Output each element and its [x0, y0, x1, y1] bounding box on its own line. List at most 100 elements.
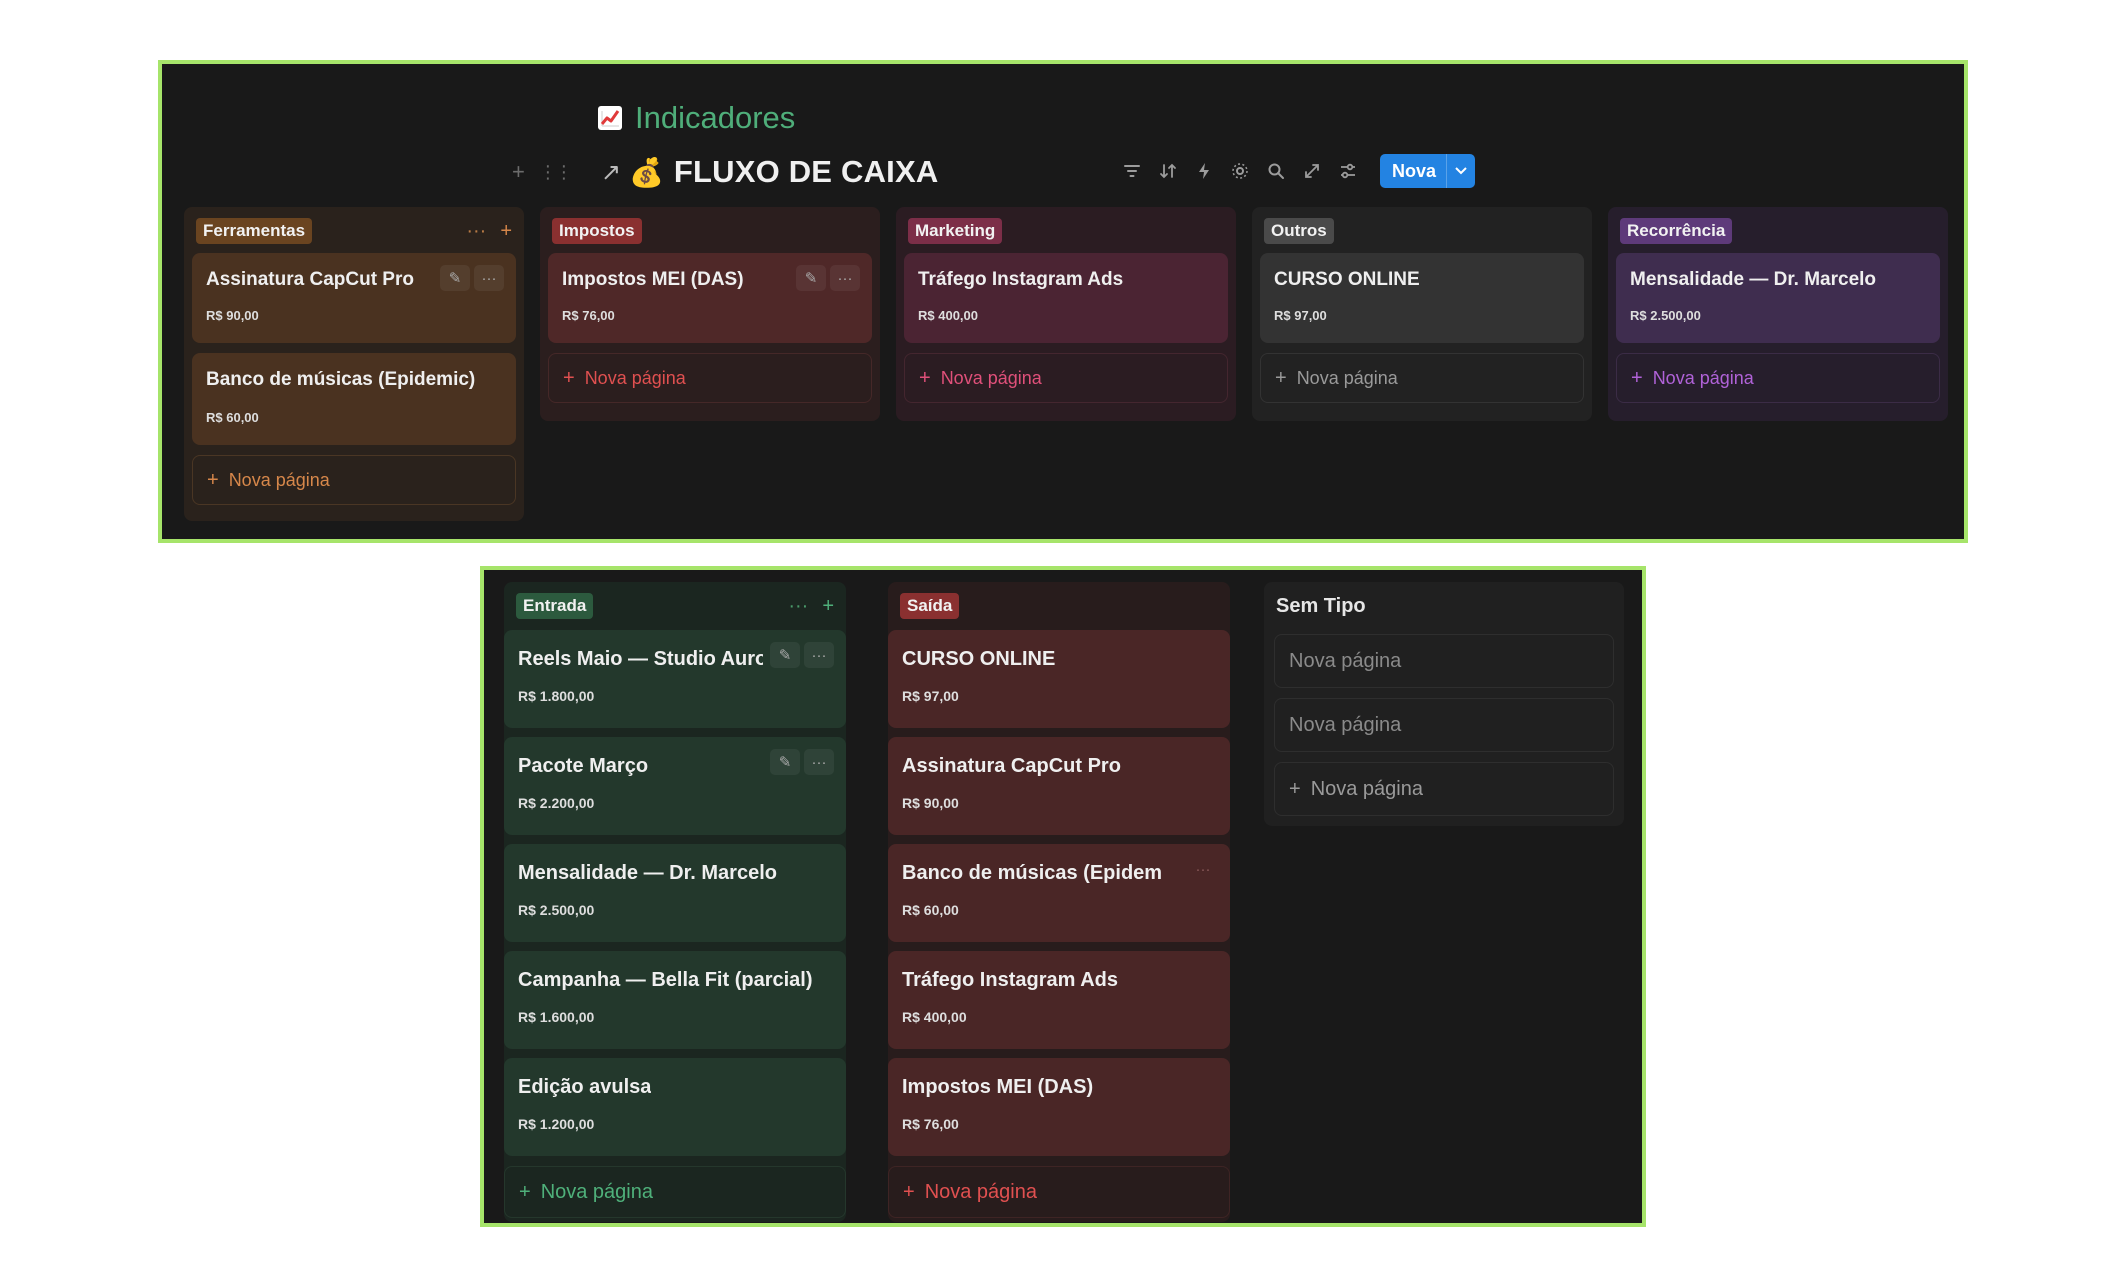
card[interactable]: Assinatura CapCut Pro R$ 90,00 ✎ ···: [192, 253, 516, 343]
properties-icon[interactable]: [1338, 161, 1358, 181]
new-button[interactable]: Nova: [1380, 154, 1476, 188]
plus-icon: +: [1289, 777, 1301, 800]
lightning-icon[interactable]: [1194, 161, 1214, 181]
search-icon[interactable]: [1266, 161, 1286, 181]
new-page-button[interactable]: + Nova página: [1274, 762, 1614, 816]
card[interactable]: Tráfego Instagram Ads R$ 400,00: [904, 253, 1228, 343]
card-actions: ✎ ···: [796, 265, 860, 291]
card[interactable]: Assinatura CapCut Pro R$ 90,00: [888, 737, 1230, 835]
edit-icon[interactable]: ✎: [770, 749, 800, 775]
card[interactable]: Reels Maio — Studio Aurora R$ 1.800,00 ✎…: [504, 630, 846, 728]
new-page-button[interactable]: + Nova página: [548, 353, 872, 403]
edit-icon[interactable]: ✎: [440, 265, 470, 291]
card[interactable]: Tráfego Instagram Ads R$ 400,00: [888, 951, 1230, 1049]
card[interactable]: Banco de músicas (Epidemic) R$ 60,00 ···: [888, 844, 1230, 942]
new-page-label: Nova página: [1296, 367, 1398, 388]
column-impostos: Impostos Impostos MEI (DAS) R$ 76,00 ✎ ·…: [540, 207, 880, 421]
new-page-button[interactable]: + Nova página: [1616, 353, 1940, 403]
more-icon[interactable]: ···: [804, 642, 834, 668]
column-title[interactable]: Sem Tipo: [1276, 595, 1366, 618]
card-title: Tráfego Instagram Ads: [902, 969, 1118, 991]
sort-icon[interactable]: [1158, 161, 1178, 181]
top-panel: Indicadores + ⋮⋮ ↗ 💰 FLUXO DE CAIXA Nova…: [158, 60, 1968, 543]
section-title[interactable]: Indicadores: [635, 100, 795, 136]
card-title: Banco de músicas (Epidemic): [902, 862, 1162, 884]
card[interactable]: CURSO ONLINE R$ 97,00: [888, 630, 1230, 728]
more-icon[interactable]: ···: [830, 265, 860, 291]
card[interactable]: Impostos MEI (DAS) R$ 76,00: [888, 1058, 1230, 1156]
card-value: R$ 1.600,00: [518, 1009, 595, 1025]
card[interactable]: CURSO ONLINE R$ 97,00: [1260, 253, 1584, 343]
expand-icon[interactable]: [1302, 161, 1322, 181]
card-actions: ···: [1188, 856, 1218, 882]
column-tag[interactable]: Impostos: [552, 218, 642, 244]
more-icon[interactable]: ···: [788, 595, 808, 618]
database-title[interactable]: FLUXO DE CAIXA: [674, 154, 939, 190]
column-header: Marketing: [908, 217, 1224, 245]
card-value: R$ 2.500,00: [1630, 308, 1701, 323]
plus-icon: +: [1631, 366, 1643, 389]
card[interactable]: Mensalidade — Dr. Marcelo R$ 2.500,00: [1616, 253, 1940, 343]
bottom-panel: Entrada ··· + Reels Maio — Studio Aurora…: [480, 566, 1646, 1227]
column-entrada: Entrada ··· + Reels Maio — Studio Aurora…: [504, 582, 846, 1222]
add-icon[interactable]: +: [822, 595, 834, 618]
card[interactable]: Pacote Março R$ 2.200,00 ✎ ···: [504, 737, 846, 835]
card-actions: ✎ ···: [770, 749, 834, 775]
card[interactable]: Edição avulsa R$ 1.200,00: [504, 1058, 846, 1156]
card[interactable]: Impostos MEI (DAS) R$ 76,00 ✎ ···: [548, 253, 872, 343]
edit-icon[interactable]: ✎: [770, 642, 800, 668]
more-icon[interactable]: ···: [474, 265, 504, 291]
more-icon[interactable]: ···: [1188, 856, 1218, 882]
card-title: Edição avulsa: [518, 1076, 652, 1098]
column-tag[interactable]: Saída: [900, 593, 960, 619]
untitled-page[interactable]: Nova página: [1274, 698, 1614, 752]
filter-icon[interactable]: [1122, 161, 1142, 181]
card[interactable]: Mensalidade — Dr. Marcelo R$ 2.500,00: [504, 844, 846, 942]
database-title-row: + ⋮⋮ ↗ 💰 FLUXO DE CAIXA: [512, 154, 938, 190]
card[interactable]: Campanha — Bella Fit (parcial) R$ 1.600,…: [504, 951, 846, 1049]
card-actions: ✎ ···: [770, 642, 834, 668]
card[interactable]: Banco de músicas (Epidemic) R$ 60,00: [192, 353, 516, 445]
column-tag[interactable]: Entrada: [516, 593, 594, 619]
new-page-label: Nova página: [1652, 367, 1754, 388]
new-page-button[interactable]: + Nova página: [888, 1166, 1230, 1218]
link-arrow-icon[interactable]: ↗: [601, 158, 621, 187]
column-header: Sem Tipo: [1276, 592, 1612, 620]
column-outros: Outros CURSO ONLINE R$ 97,00 + Nova pági…: [1252, 207, 1592, 421]
column-header: Saída: [900, 592, 1218, 620]
database-toolbar: Nova: [1122, 154, 1476, 188]
new-page-button[interactable]: + Nova página: [504, 1166, 846, 1218]
new-page-button[interactable]: + Nova página: [192, 455, 516, 505]
new-button-label[interactable]: Nova: [1380, 154, 1446, 188]
more-icon[interactable]: ···: [466, 220, 486, 243]
card-value: R$ 60,00: [902, 902, 959, 918]
edit-icon[interactable]: ✎: [796, 265, 826, 291]
untitled-page[interactable]: Nova página: [1274, 634, 1614, 688]
card-title: Assinatura CapCut Pro: [902, 755, 1121, 777]
column-tag[interactable]: Marketing: [908, 218, 1003, 244]
card-title: Reels Maio — Studio Aurora: [518, 648, 763, 670]
card-value: R$ 76,00: [902, 1116, 959, 1132]
section-header[interactable]: Indicadores: [597, 100, 795, 136]
new-page-button[interactable]: + Nova página: [1260, 353, 1584, 403]
new-page-button[interactable]: + Nova página: [904, 353, 1228, 403]
plus-icon: +: [1275, 366, 1287, 389]
column-tag[interactable]: Recorrência: [1620, 218, 1733, 244]
plus-icon: +: [207, 468, 219, 491]
card-title: Mensalidade — Dr. Marcelo: [518, 862, 777, 884]
card-title: Tráfego Instagram Ads: [918, 269, 1124, 290]
trending-up-icon: [598, 106, 622, 130]
card-value: R$ 97,00: [1274, 308, 1327, 323]
add-icon[interactable]: +: [500, 220, 512, 243]
column-header: Outros: [1264, 217, 1580, 245]
column-tag[interactable]: Ferramentas: [196, 218, 313, 244]
drag-handle-icon[interactable]: ⋮⋮: [539, 162, 573, 183]
add-icon[interactable]: +: [512, 159, 525, 185]
chevron-down-icon[interactable]: [1446, 154, 1475, 188]
new-page-label: Nova página: [540, 1180, 653, 1203]
column-tag[interactable]: Outros: [1264, 218, 1334, 244]
plus-icon: +: [563, 366, 575, 389]
more-icon[interactable]: ···: [804, 749, 834, 775]
settings-icon[interactable]: [1230, 161, 1250, 181]
plus-icon: +: [519, 1180, 531, 1203]
